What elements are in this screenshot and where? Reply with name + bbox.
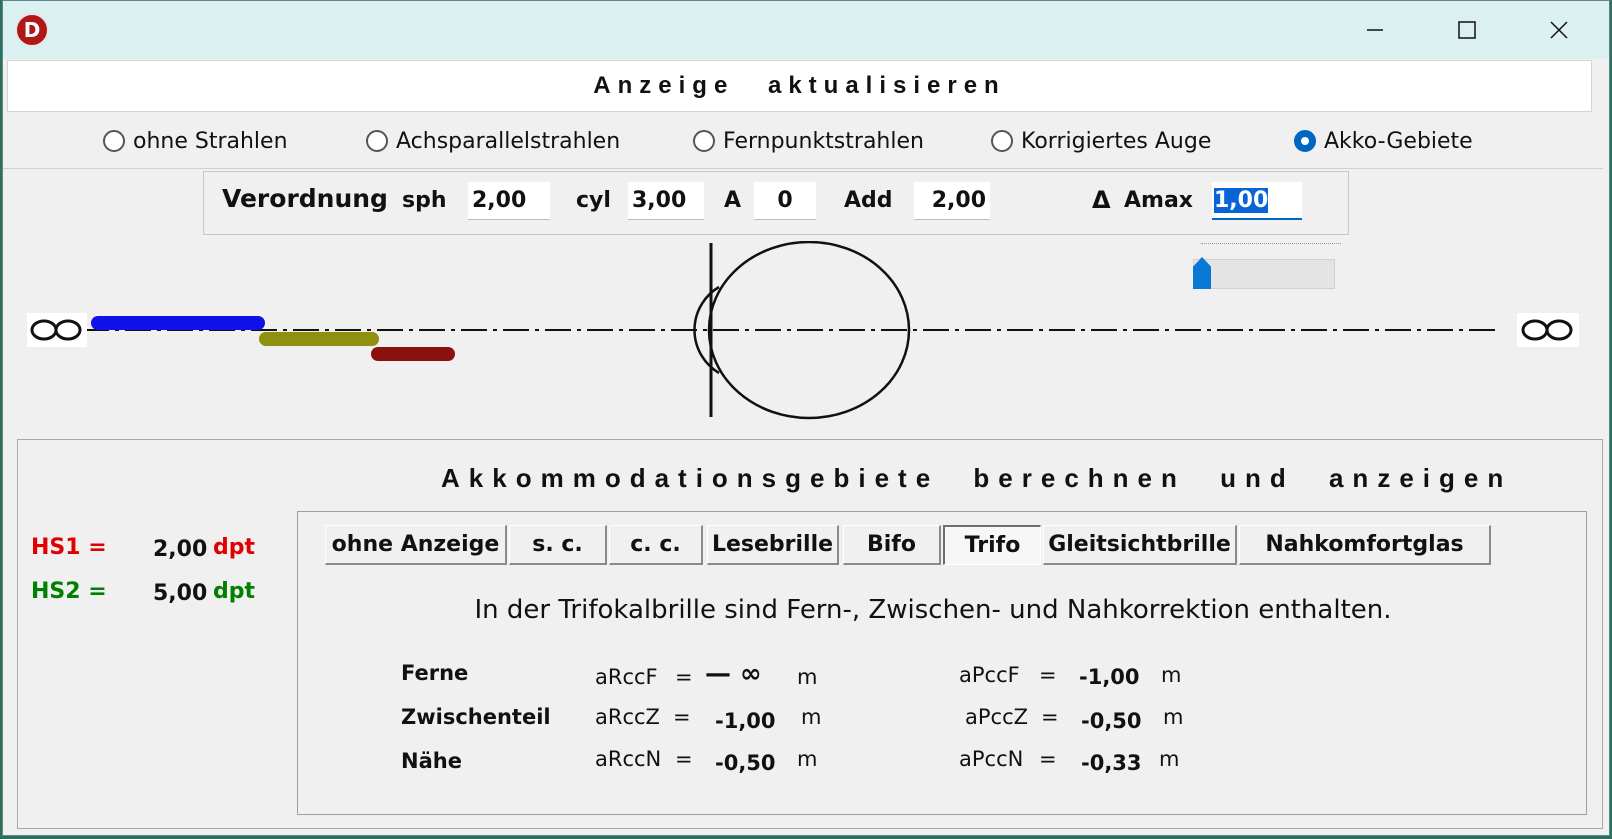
radio-label: Korrigiertes Auge	[1021, 128, 1212, 154]
minimize-button[interactable]	[1329, 1, 1421, 59]
eye-diagram	[27, 241, 1579, 420]
radio-fernpunktstrahlen[interactable]: Fernpunktstrahlen	[693, 114, 924, 168]
tab-sc[interactable]: s. c.	[509, 525, 607, 565]
row-label-far: Ferne	[401, 661, 469, 685]
maximize-button[interactable]	[1421, 1, 1513, 59]
far-p-value: -1,00	[1079, 665, 1140, 689]
near-r-name: aRccN	[595, 747, 662, 771]
amax-value: 1,00	[1214, 188, 1269, 213]
add-input[interactable]: 2,00	[914, 182, 990, 220]
int-p-unit: m	[1163, 705, 1184, 729]
far-p-name: aPccF	[959, 663, 1020, 687]
near-r-unit: m	[797, 747, 818, 771]
int-p-eq: =	[1041, 705, 1059, 729]
radio-label: ohne Strahlen	[133, 128, 288, 154]
int-r-eq: =	[673, 705, 691, 729]
accommodation-range-intermediate	[259, 332, 379, 346]
radio-circle-icon	[693, 130, 715, 152]
accommodation-range-far	[91, 316, 265, 330]
hs2-value: 5,00	[153, 581, 208, 606]
tab-lesebrille[interactable]: Lesebrille	[707, 525, 839, 565]
amax-input[interactable]: 1,00	[1212, 182, 1302, 220]
ray-mode-radio-group: ohne Strahlen Achsparallelstrahlen Fernp…	[3, 114, 1603, 169]
radio-korrigiertes-auge[interactable]: Korrigiertes Auge	[991, 114, 1211, 168]
radio-achsparallelstrahlen[interactable]: Achsparallelstrahlen	[366, 114, 620, 168]
tab-gleitsichtbrille[interactable]: Gleitsichtbrille	[1043, 525, 1237, 565]
hs2-label: HS2 =	[31, 579, 107, 604]
radio-ohne-strahlen[interactable]: ohne Strahlen	[103, 114, 288, 168]
radio-label: Achsparallelstrahlen	[396, 128, 621, 154]
calc-accommodation-button[interactable]: Akkommodationsgebiete berechnen und anze…	[441, 463, 1512, 494]
title-bar[interactable]: D	[3, 1, 1609, 59]
radio-label: Fernpunktstrahlen	[723, 128, 924, 154]
tab-nahkomfortglas[interactable]: Nahkomfortglas	[1239, 525, 1491, 565]
int-r-name: aRccZ	[595, 705, 660, 729]
near-r-value: -0,50	[715, 751, 776, 775]
far-p-eq: =	[1039, 663, 1057, 687]
add-label: Add	[844, 188, 893, 213]
radio-circle-icon	[103, 130, 125, 152]
glasses-description: In der Trifokalbrille sind Fern-, Zwisch…	[474, 595, 1392, 625]
row-label-near: Nähe	[401, 749, 462, 773]
close-icon	[1550, 21, 1568, 39]
radio-selected-icon	[1294, 130, 1316, 152]
hs1-value: 2,00	[153, 537, 208, 562]
near-p-name: aPccN	[959, 747, 1024, 771]
far-r-name: aRccF	[595, 665, 658, 689]
app-icon: D	[15, 13, 49, 47]
int-r-unit: m	[801, 705, 822, 729]
minimize-icon	[1367, 29, 1383, 31]
hs1-unit: dpt	[213, 535, 256, 560]
radio-circle-icon	[366, 130, 388, 152]
int-r-value: -1,00	[715, 709, 776, 733]
int-p-name: aPccZ	[965, 705, 1029, 729]
near-r-eq: =	[675, 747, 693, 771]
tab-ohne-anzeige[interactable]: ohne Anzeige	[325, 525, 507, 565]
prescription-title: Verordnung	[222, 184, 388, 213]
tab-bifo[interactable]: Bifo	[843, 525, 941, 565]
sph-input[interactable]: 2,00	[468, 182, 550, 220]
amax-label: Amax	[1124, 188, 1193, 213]
update-display-button[interactable]: Anzeige aktualisieren	[7, 60, 1592, 112]
hs1-label: HS1 =	[31, 535, 107, 560]
tab-cc[interactable]: c. c.	[609, 525, 703, 565]
near-p-value: -0,33	[1081, 751, 1142, 775]
app-window: D Anzeige aktualisieren ohne Strahlen Ac…	[2, 0, 1610, 836]
row-label-intermediate: Zwischenteil	[401, 705, 551, 729]
near-p-unit: m	[1159, 747, 1180, 771]
int-p-value: -0,50	[1081, 709, 1142, 733]
radio-label: Akko-Gebiete	[1324, 128, 1473, 154]
maximize-icon	[1458, 21, 1476, 39]
cyl-input[interactable]: 3,00	[628, 182, 704, 220]
far-p-unit: m	[1161, 663, 1182, 687]
close-button[interactable]	[1513, 1, 1605, 59]
radio-akko-gebiete[interactable]: Akko-Gebiete	[1294, 114, 1473, 168]
prescription-panel: Verordnung sph 2,00 cyl 3,00 A 0 Add 2,0…	[203, 171, 1349, 235]
far-r-unit: m	[797, 665, 818, 689]
axis-input[interactable]: 0	[754, 182, 816, 220]
far-r-value: — ∞	[705, 659, 762, 689]
radio-circle-icon	[991, 130, 1013, 152]
near-p-eq: =	[1039, 747, 1057, 771]
axis-label: A	[724, 188, 742, 213]
tab-trifo[interactable]: Trifo	[943, 525, 1041, 565]
cyl-label: cyl	[576, 188, 611, 213]
sph-label: sph	[402, 188, 447, 213]
far-r-eq: =	[675, 665, 693, 689]
delta-icon: Δ	[1092, 186, 1111, 214]
accommodation-range-near	[371, 347, 455, 361]
hs2-unit: dpt	[213, 579, 256, 604]
